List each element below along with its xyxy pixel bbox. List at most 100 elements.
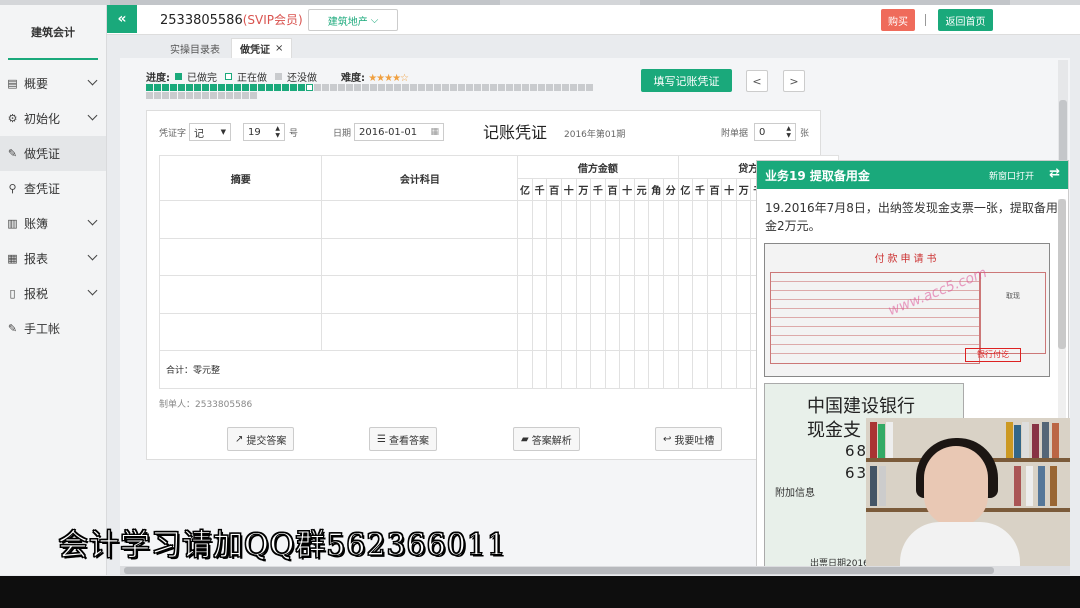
- amount-digit-cell[interactable]: [692, 237, 708, 277]
- amount-digit-cell[interactable]: [648, 237, 665, 277]
- progress-cell[interactable]: [546, 84, 553, 91]
- voucher-word-select[interactable]: 记 ▼: [189, 123, 232, 141]
- stepper-icon[interactable]: ▲ ▼: [275, 125, 280, 139]
- progress-cell[interactable]: [330, 84, 337, 91]
- tab-make-voucher[interactable]: 做凭证 ×: [231, 38, 293, 58]
- progress-cell[interactable]: [578, 84, 585, 91]
- progress-cell[interactable]: [442, 84, 449, 91]
- amount-digit-cell[interactable]: [735, 237, 752, 277]
- progress-cell[interactable]: [354, 84, 361, 91]
- amount-digit-cell[interactable]: [590, 275, 606, 314]
- industry-select[interactable]: 建筑地产 ⌵: [308, 9, 398, 31]
- sidebar-item-reports[interactable]: ▦ 报表: [0, 241, 106, 276]
- amount-digit-cell[interactable]: [706, 200, 723, 239]
- voucher-entry-row[interactable]: [158, 200, 839, 239]
- progress-cell[interactable]: [506, 84, 513, 91]
- view-answer-button[interactable]: ☰ 查看答案: [369, 427, 437, 451]
- amount-digit-cell[interactable]: [677, 237, 694, 277]
- amount-digit-cell[interactable]: [648, 275, 665, 314]
- write-voucher-button[interactable]: 填写记账凭证: [641, 69, 732, 92]
- amount-digit-cell[interactable]: [560, 312, 577, 352]
- amount-digit-cell[interactable]: [735, 312, 752, 352]
- amount-digit-cell[interactable]: [633, 275, 650, 314]
- progress-cell[interactable]: [410, 84, 417, 91]
- progress-cell[interactable]: [226, 92, 233, 99]
- progress-cell[interactable]: [154, 84, 161, 91]
- amount-digit-cell[interactable]: [517, 312, 533, 352]
- amount-digit-cell[interactable]: [633, 200, 650, 239]
- amount-digit-cell[interactable]: [735, 200, 752, 239]
- amount-digit-cell[interactable]: [575, 275, 592, 314]
- amount-digit-cell[interactable]: [619, 275, 635, 314]
- amount-digit-cell[interactable]: [531, 275, 548, 314]
- amount-digit-cell[interactable]: [663, 275, 679, 314]
- progress-cell[interactable]: [210, 84, 217, 91]
- progress-cell[interactable]: [234, 84, 241, 91]
- home-button[interactable]: 返回首页: [938, 9, 993, 31]
- progress-cell[interactable]: [250, 92, 257, 99]
- progress-cell[interactable]: [186, 84, 193, 91]
- amount-digit-cell[interactable]: [560, 200, 577, 239]
- progress-cell[interactable]: [434, 84, 441, 91]
- progress-cell[interactable]: [306, 84, 313, 91]
- sidebar-item-manual[interactable]: ✎ 手工帐: [0, 311, 106, 346]
- amount-digit-cell[interactable]: [560, 237, 577, 277]
- progress-cell[interactable]: [210, 92, 217, 99]
- summary-cell[interactable]: [158, 275, 323, 314]
- progress-cell[interactable]: [242, 84, 249, 91]
- swap-icon[interactable]: ⇄: [1049, 166, 1060, 181]
- progress-cell[interactable]: [514, 84, 521, 91]
- amount-digit-cell[interactable]: [560, 275, 577, 314]
- progress-cell[interactable]: [418, 84, 425, 91]
- amount-digit-cell[interactable]: [604, 200, 621, 239]
- progress-cell[interactable]: [170, 92, 177, 99]
- horizontal-scrollbar[interactable]: [120, 566, 1070, 575]
- voucher-entry-row[interactable]: [158, 312, 839, 352]
- progress-cell[interactable]: [298, 84, 305, 91]
- buy-button[interactable]: 购买: [881, 9, 915, 31]
- amount-digit-cell[interactable]: [721, 200, 737, 239]
- progress-cell[interactable]: [234, 92, 241, 99]
- voucher-entry-row[interactable]: [158, 237, 839, 277]
- amount-digit-cell[interactable]: [633, 237, 650, 277]
- sidebar-item-ledger[interactable]: ▥ 账簿: [0, 206, 106, 241]
- voucher-number-input[interactable]: 19 ▲ ▼: [243, 123, 286, 141]
- progress-cell[interactable]: [162, 92, 169, 99]
- progress-cell[interactable]: [218, 92, 225, 99]
- voucher-entry-row[interactable]: [158, 275, 839, 314]
- amount-digit-cell[interactable]: [721, 275, 737, 314]
- amount-digit-cell[interactable]: [517, 237, 533, 277]
- amount-digit-cell[interactable]: [735, 275, 752, 314]
- progress-cell[interactable]: [290, 84, 297, 91]
- sidebar-item-make-voucher[interactable]: ✎ 做凭证: [0, 136, 106, 171]
- progress-cell[interactable]: [218, 84, 225, 91]
- amount-digit-cell[interactable]: [531, 312, 548, 352]
- progress-cell[interactable]: [338, 84, 345, 91]
- progress-cell[interactable]: [394, 84, 401, 91]
- amount-digit-cell[interactable]: [604, 237, 621, 277]
- sidebar-item-query-voucher[interactable]: ⚲ 查凭证: [0, 171, 106, 206]
- summary-cell[interactable]: [158, 200, 323, 239]
- progress-cell[interactable]: [538, 84, 545, 91]
- amount-digit-cell[interactable]: [590, 312, 606, 352]
- progress-cell[interactable]: [162, 84, 169, 91]
- sidebar-item-overview[interactable]: ▤ 概要: [0, 66, 106, 101]
- amount-digit-cell[interactable]: [721, 237, 737, 277]
- progress-cell[interactable]: [570, 84, 577, 91]
- amount-digit-cell[interactable]: [706, 237, 723, 277]
- amount-digit-cell[interactable]: [648, 200, 665, 239]
- amount-digit-cell[interactable]: [531, 237, 548, 277]
- progress-cell[interactable]: [178, 84, 185, 91]
- payment-request-image[interactable]: 付款申请书 取现 银行付讫 www.acc5.com: [764, 243, 1050, 377]
- date-input[interactable]: 2016-01-01 ▦: [354, 123, 445, 141]
- close-icon[interactable]: ×: [275, 43, 283, 54]
- sidebar-item-init[interactable]: ⚙ 初始化: [0, 101, 106, 136]
- amount-digit-cell[interactable]: [546, 200, 562, 239]
- progress-cell[interactable]: [498, 84, 505, 91]
- amount-digit-cell[interactable]: [692, 312, 708, 352]
- amount-digit-cell[interactable]: [648, 312, 665, 352]
- account-cell[interactable]: [321, 275, 519, 314]
- amount-digit-cell[interactable]: [604, 275, 621, 314]
- progress-cell[interactable]: [170, 84, 177, 91]
- calendar-icon[interactable]: ▦: [431, 127, 440, 137]
